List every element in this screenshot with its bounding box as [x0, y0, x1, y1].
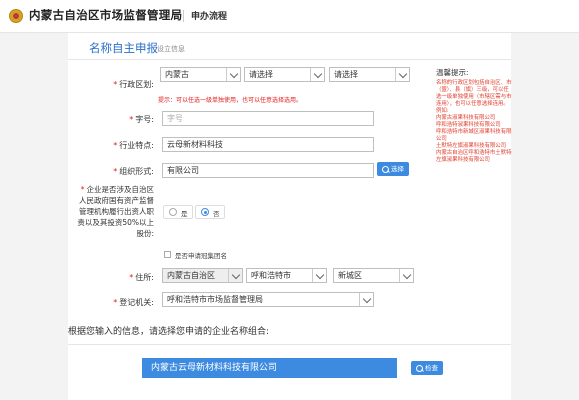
tip-line: 例如: — [436, 108, 449, 114]
company-name-option[interactable]: 内蒙古云母新材料科技有限公司 — [142, 358, 397, 378]
address-label-text: 住所: — [135, 273, 154, 282]
radio-checked-icon — [201, 208, 209, 216]
zihao-input[interactable]: 字号 — [162, 111, 374, 126]
check-button-label: 检查 — [425, 364, 438, 372]
region-hint: 提示：可以任选一级单独使用，也可以任意选择选用。 — [158, 97, 303, 104]
chevron-down-icon — [312, 269, 326, 282]
required-mark: * — [129, 115, 134, 124]
region-label-text: 行政区划: — [119, 80, 154, 89]
tip-line: （盟）、县（旗）三级，可以任 — [436, 87, 509, 93]
app-title: 内蒙古自治区市场监督管理局 — [29, 8, 183, 22]
required-mark: * — [113, 80, 118, 89]
soe-question-line-4: 责以及其投资50%以上 — [77, 218, 154, 227]
zihao-label-text: 字号: — [135, 115, 154, 124]
region-city-select[interactable]: 请选择 — [244, 67, 325, 82]
tips-title: 温馨提示: — [436, 68, 469, 77]
address-district-select[interactable]: 新城区 — [333, 268, 414, 283]
result-intro-text: 根据您输入的信息，请选择您申请的企业名称组合: — [68, 327, 270, 337]
tip-line: 呼和浩特淑果科技有限公司 — [436, 122, 501, 128]
industry-input[interactable]: 云母新材料科技 — [162, 137, 374, 152]
address-district-value: 新城区 — [338, 271, 362, 280]
chevron-down-icon — [395, 68, 409, 81]
tip-line: 土默特左旗淑果科技有限公司 — [436, 143, 507, 149]
region-city-value: 请选择 — [249, 70, 273, 79]
required-mark: * — [113, 167, 118, 176]
tip-line: 选一级单独使用（市辖区需与市 — [436, 94, 512, 100]
chevron-down-icon — [310, 68, 324, 81]
header-divider — [183, 10, 184, 22]
search-icon — [382, 165, 389, 173]
process-nav-link[interactable]: 申办流程 — [191, 9, 227, 22]
tip-line: 左旗淑果科技有限公司 — [436, 157, 490, 163]
chevron-down-icon — [226, 68, 240, 81]
org-form-label: * 组织形式: — [94, 166, 154, 177]
org-form-select-button[interactable]: 选择 — [377, 162, 409, 176]
required-mark: * — [113, 141, 118, 150]
required-mark: * — [129, 273, 134, 282]
top-header: 内蒙古自治区市场监督管理局 申办流程 — [0, 0, 579, 33]
radio-unchecked-icon — [169, 208, 177, 216]
title-divider — [68, 59, 511, 60]
industry-label-text: 行业特点: — [119, 141, 154, 150]
address-province-value: 内蒙古自治区 — [167, 271, 215, 280]
chevron-down-icon — [399, 269, 413, 282]
region-province-select[interactable]: 内蒙古 — [160, 67, 241, 82]
page-subtitle: 设立信息 — [157, 45, 185, 53]
org-form-input[interactable]: 有限公司 — [162, 163, 374, 178]
national-emblem-icon — [9, 9, 23, 23]
soe-option-no[interactable]: 否 — [195, 205, 225, 219]
tip-line: 连用），也可以任意选择连用。 — [436, 101, 509, 107]
zihao-label: * 字号: — [104, 114, 154, 125]
address-city-value: 呼和浩特市 — [251, 271, 291, 280]
tip-line: 呼和浩特市新城区淑果科技有限 — [436, 129, 512, 135]
chevron-down-icon — [359, 293, 373, 306]
page-title: 名称自主申报 — [89, 41, 158, 55]
soe-question-line-5: 股份: — [136, 229, 154, 238]
check-button[interactable]: 检查 — [411, 361, 443, 375]
registry-label: * 登记机关: — [94, 297, 154, 308]
address-label: * 住所: — [104, 272, 154, 283]
group-name-checkbox-label: 是否申请冠集团名 — [175, 252, 227, 260]
result-divider — [68, 344, 511, 345]
soe-question-line-3: 管理机构履行出资人职 — [79, 207, 154, 216]
chevron-down-icon — [228, 269, 242, 282]
registry-value: 呼和浩特市市场监督管理局 — [167, 295, 263, 304]
tip-line: 名称的行政区划包括自治区、市 — [436, 80, 512, 86]
region-province-value: 内蒙古 — [165, 70, 189, 79]
soe-option-yes-label: 是 — [181, 210, 188, 218]
registry-label-text: 登记机关: — [119, 298, 154, 307]
soe-question-line-2: 人民政府国有资产监督 — [79, 196, 154, 205]
required-mark: * — [80, 185, 85, 194]
search-icon — [416, 364, 423, 372]
tip-line: 内蒙古淑果科技有限公司 — [436, 115, 496, 121]
address-city-select[interactable]: 呼和浩特市 — [246, 268, 327, 283]
tip-line: 公司 — [436, 136, 447, 142]
region-district-select[interactable]: 请选择 — [329, 67, 410, 82]
soe-question-line-1: 企业是否涉及自治区 — [86, 185, 155, 194]
industry-label: * 行业特点: — [94, 140, 154, 151]
soe-option-yes[interactable]: 是 — [163, 205, 193, 219]
org-form-select-button-label: 选择 — [391, 165, 404, 173]
group-name-checkbox[interactable] — [164, 251, 171, 258]
registry-select[interactable]: 呼和浩特市市场监督管理局 — [162, 292, 374, 307]
org-form-label-text: 组织形式: — [119, 167, 154, 176]
required-mark: * — [113, 298, 118, 307]
address-province-select[interactable]: 内蒙古自治区 — [162, 268, 243, 283]
soe-option-no-label: 否 — [213, 210, 220, 218]
tip-line: 内蒙古自治区呼和浩特市土默特 — [436, 150, 512, 156]
soe-question-label: * 企业是否涉及自治区 人民政府国有资产监督 管理机构履行出资人职 责以及其投资5… — [60, 184, 154, 239]
region-label: * 行政区划: — [104, 79, 154, 90]
region-district-value: 请选择 — [334, 70, 358, 79]
